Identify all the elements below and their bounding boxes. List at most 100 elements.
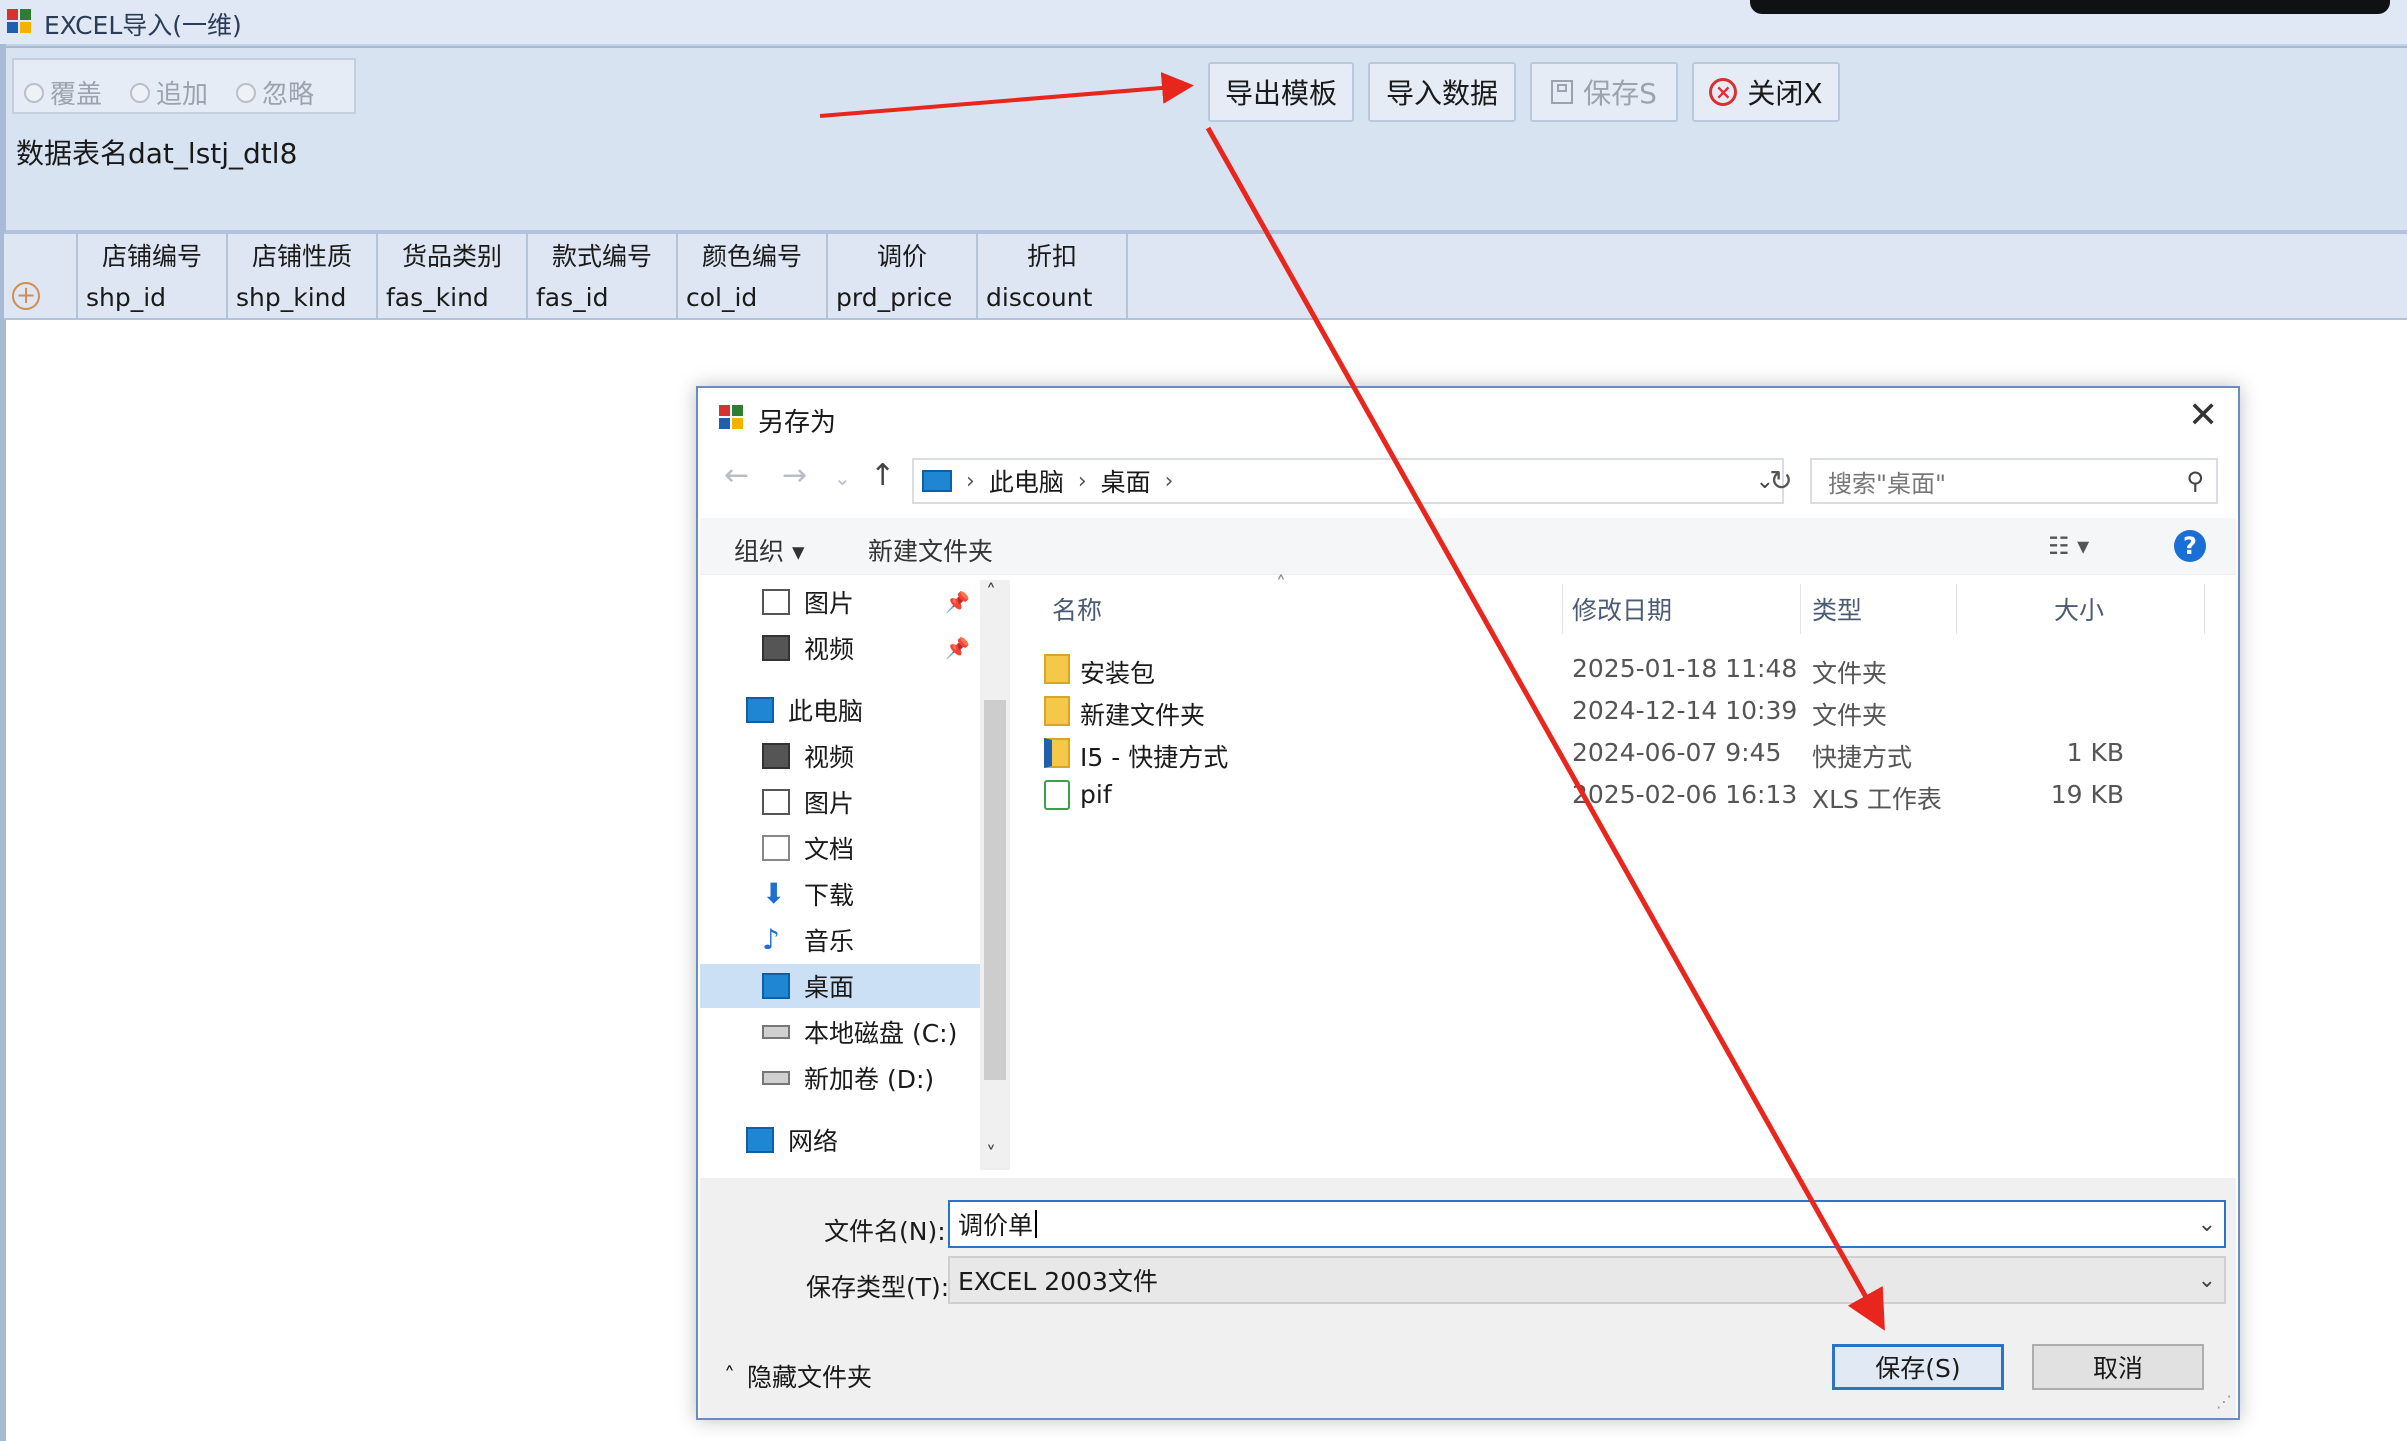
pin-icon: 📌 xyxy=(945,636,970,660)
xls-icon xyxy=(1044,780,1070,810)
column-header[interactable]: 店铺编号 xyxy=(78,234,228,276)
column-header[interactable]: 店铺性质 xyxy=(228,234,378,276)
dialog-cancel-button[interactable]: 取消 xyxy=(2032,1344,2204,1390)
scrollbar-thumb[interactable] xyxy=(984,700,1006,1080)
pc-icon xyxy=(922,470,952,492)
grid-corner xyxy=(4,234,78,276)
drive-d-icon xyxy=(762,1071,790,1085)
navigation-pane: 图片📌 视频📌 此电脑 视频 图片 文档 ⬇ 下载 ♪ 音乐 桌面 本地磁盘 xyxy=(700,580,1000,1170)
export-template-button[interactable]: 导出模板 xyxy=(1208,62,1354,122)
table-cell[interactable]: shp_kind xyxy=(228,276,378,318)
column-size[interactable]: 大小 xyxy=(2054,584,2104,634)
column-header[interactable]: 折扣 xyxy=(978,234,1128,276)
list-item[interactable]: 新建文件夹 2024-12-14 10:39 文件夹 xyxy=(1044,690,2204,730)
table-name-label: 数据表名dat_lstj_dtl8 xyxy=(16,137,298,170)
grid-header: 店铺编号 店铺性质 货品类别 款式编号 颜色编号 调价 折扣 xyxy=(4,232,2407,278)
nav-item-downloads[interactable]: ⬇ 下载 xyxy=(700,872,980,916)
music-icon: ♪ xyxy=(762,923,780,956)
view-options-icon[interactable]: ☷ ▾ xyxy=(2048,532,2089,560)
pictures-icon xyxy=(762,589,790,615)
sort-indicator-icon: ˄ xyxy=(1276,572,1286,596)
app-icon xyxy=(7,9,31,33)
organize-menu[interactable]: 组织 ▾ xyxy=(734,532,805,568)
search-icon: ⚲ xyxy=(2186,467,2204,495)
radio-ignore[interactable]: 忽略 xyxy=(236,74,314,111)
nav-item-pictures[interactable]: 图片 xyxy=(700,780,980,824)
table-row[interactable]: + shp_id shp_kind fas_kind fas_id col_id… xyxy=(4,276,2407,320)
folder-icon xyxy=(1044,654,1070,684)
hide-folders-toggle[interactable]: ˄ 隐藏文件夹 xyxy=(724,1358,872,1394)
list-item[interactable]: I5 - 快捷方式 2024-06-07 9:45 快捷方式 1 KB xyxy=(1044,732,2204,772)
nav-item-music[interactable]: ♪ 音乐 xyxy=(700,918,980,962)
radio-overwrite[interactable]: 覆盖 xyxy=(24,74,102,111)
table-cell[interactable]: fas_id xyxy=(528,276,678,318)
back-icon[interactable]: ← xyxy=(724,458,749,493)
nav-item-this-pc[interactable]: 此电脑 xyxy=(700,688,980,732)
save-button[interactable]: 保存S xyxy=(1530,62,1678,122)
column-header[interactable]: 货品类别 xyxy=(378,234,528,276)
folder-icon xyxy=(1044,696,1070,726)
nav-item-documents[interactable]: 文档 xyxy=(700,826,980,870)
filetype-label: 保存类型(T): xyxy=(806,1273,950,1302)
videos-icon xyxy=(762,635,790,661)
table-cell[interactable]: col_id xyxy=(678,276,828,318)
breadcrumb-item[interactable]: 此电脑 xyxy=(989,463,1064,499)
chevron-up-icon: ˄ xyxy=(724,1363,735,1389)
resize-grip-icon[interactable]: ⋰ xyxy=(2216,1392,2232,1411)
chevron-down-icon[interactable]: ⌄ xyxy=(2198,1212,2216,1237)
close-icon: × xyxy=(1709,78,1738,106)
refresh-icon[interactable]: ↻ xyxy=(1758,458,1804,504)
column-header[interactable]: 颜色编号 xyxy=(678,234,828,276)
toolbar xyxy=(0,46,2407,233)
text-cursor xyxy=(1035,1210,1038,1238)
chevron-down-icon[interactable]: ⌄ xyxy=(2198,1268,2216,1293)
nav-item-drive-d[interactable]: 新加卷 (D:) xyxy=(700,1056,980,1100)
dialog-save-button[interactable]: 保存(S) xyxy=(1832,1344,2004,1390)
nav-item-pictures[interactable]: 图片 📌 xyxy=(700,580,980,624)
search-input[interactable]: 搜索"桌面" ⚲ xyxy=(1810,458,2218,504)
column-header[interactable]: 款式编号 xyxy=(528,234,678,276)
nav-item-network[interactable]: 网络 xyxy=(700,1118,980,1162)
address-bar[interactable]: › 此电脑 › 桌面 › ⌄ xyxy=(912,458,1784,504)
column-modified[interactable]: 修改日期 xyxy=(1572,584,1672,634)
table-cell[interactable]: fas_kind xyxy=(378,276,528,318)
up-icon[interactable]: ↑ xyxy=(870,458,895,493)
column-header[interactable]: 调价 xyxy=(828,234,978,276)
help-icon[interactable]: ? xyxy=(2174,530,2206,562)
filename-label: 文件名(N): xyxy=(824,1217,946,1246)
column-name[interactable]: 名称 xyxy=(1052,584,1102,634)
breadcrumb-item[interactable]: 桌面 xyxy=(1101,463,1151,499)
dialog-close-icon[interactable]: ✕ xyxy=(2188,398,2218,434)
nav-scrollbar[interactable]: ˄ ˅ xyxy=(980,580,1010,1170)
videos-icon xyxy=(762,743,790,769)
download-icon: ⬇ xyxy=(762,877,786,910)
table-cell[interactable]: prd_price xyxy=(828,276,978,318)
nav-item-videos[interactable]: 视频 xyxy=(700,734,980,778)
network-icon xyxy=(746,1127,774,1153)
pin-icon: 📌 xyxy=(945,590,970,614)
scroll-up-icon[interactable]: ˄ xyxy=(986,580,996,604)
dialog-app-icon xyxy=(719,405,743,429)
list-item[interactable]: pif 2025-02-06 16:13 XLS 工作表 19 KB xyxy=(1044,774,2204,814)
expand-icon[interactable]: + xyxy=(12,282,40,310)
overlay-bar xyxy=(1750,0,2390,14)
recent-dropdown-icon[interactable]: ⌄ xyxy=(834,466,851,490)
pictures-icon xyxy=(762,789,790,815)
window-title: EXCEL导入(一维) xyxy=(44,11,242,40)
list-item[interactable]: 安装包 2025-01-18 11:48 文件夹 xyxy=(1044,648,2204,688)
forward-icon[interactable]: → xyxy=(782,458,807,493)
radio-append[interactable]: 追加 xyxy=(130,74,208,111)
nav-item-drive-c[interactable]: 本地磁盘 (C:) xyxy=(700,1010,980,1054)
table-cell[interactable]: discount xyxy=(978,276,1128,318)
table-cell[interactable]: shp_id xyxy=(78,276,228,318)
nav-item-desktop[interactable]: 桌面 xyxy=(700,964,980,1008)
nav-item-videos[interactable]: 视频 📌 xyxy=(700,626,980,670)
column-type[interactable]: 类型 xyxy=(1812,584,1862,634)
scroll-down-icon[interactable]: ˅ xyxy=(986,1142,996,1166)
import-data-button[interactable]: 导入数据 xyxy=(1368,62,1516,122)
filetype-select[interactable]: EXCEL 2003文件 ⌄ xyxy=(948,1256,2226,1304)
new-folder-button[interactable]: 新建文件夹 xyxy=(868,532,993,568)
save-as-dialog: 另存为 ✕ ← → ⌄ ↑ › 此电脑 › 桌面 › ⌄ ↻ 搜索"桌面" ⚲ … xyxy=(696,386,2240,1420)
close-button[interactable]: × 关闭X xyxy=(1692,62,1840,122)
filename-input[interactable]: 调价单 ⌄ xyxy=(948,1200,2226,1248)
